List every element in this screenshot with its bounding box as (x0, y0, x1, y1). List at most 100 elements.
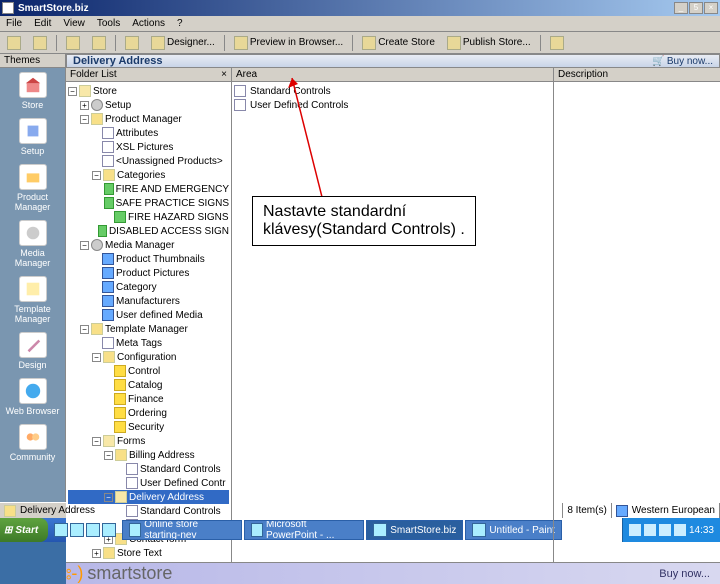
tool-back[interactable] (2, 34, 26, 52)
createstore-label: Create Store (378, 37, 435, 48)
minimize-button[interactable]: _ (674, 2, 688, 14)
task-icon (129, 523, 141, 537)
tray-icon-1[interactable] (629, 524, 641, 536)
tree-mediamgr[interactable]: −Media Manager (68, 238, 229, 252)
tree-catalog[interactable]: Catalog (68, 378, 229, 392)
tree-userdefctrls[interactable]: User Defined Contr (68, 476, 229, 490)
tree-prodpics[interactable]: Product Pictures (68, 266, 229, 280)
tree-cat3[interactable]: FIRE HAZARD SIGNS (68, 210, 229, 224)
tree-userdefmedia[interactable]: User defined Media (68, 308, 229, 322)
restore-button[interactable]: 5 (689, 2, 703, 14)
folder-list-header: Folder List× (66, 68, 231, 82)
theme-media-manager[interactable]: Media Manager (0, 216, 65, 272)
tree-cat2[interactable]: SAFE PRACTICE SIGNS (68, 196, 229, 210)
folder-list-close-icon[interactable]: × (221, 69, 227, 80)
status-items: 8 Item(s) (563, 503, 611, 518)
tree-billingaddr[interactable]: −Billing Address (68, 448, 229, 462)
task-onlinestore[interactable]: Online store starting-nev (122, 520, 242, 540)
tree-store[interactable]: −Store (68, 84, 229, 98)
publishstore-button[interactable]: Publish Store... (442, 34, 536, 52)
ql-icon-2[interactable] (70, 523, 84, 537)
createstore-button[interactable]: Create Store (357, 34, 440, 52)
tool-c[interactable] (120, 34, 144, 52)
theme-setup[interactable]: Setup (0, 114, 65, 160)
tree-xslpics[interactable]: XSL Pictures (68, 140, 229, 154)
theme-web-browser[interactable]: Web Browser (0, 374, 65, 420)
menu-tools[interactable]: Tools (95, 18, 122, 29)
tree-setup[interactable]: +Setup (68, 98, 229, 112)
tree-productmgr[interactable]: −Product Manager (68, 112, 229, 126)
store-icon (19, 72, 47, 98)
tree-prodthumbs[interactable]: Product Thumbnails (68, 252, 229, 266)
tree-ordering[interactable]: Ordering (68, 406, 229, 420)
clock[interactable]: 14:33 (689, 525, 714, 536)
ad-banner[interactable]: ⦂-) smartstore Buy now... (66, 562, 720, 584)
ql-icon-4[interactable] (102, 523, 116, 537)
tray-icon-2[interactable] (644, 524, 656, 536)
menu-file[interactable]: File (4, 18, 24, 29)
menubar: File Edit View Tools Actions ? (0, 16, 720, 32)
tray-icon-4[interactable] (674, 524, 686, 536)
menu-edit[interactable]: Edit (32, 18, 53, 29)
designer-button[interactable]: Designer... (146, 34, 220, 52)
tool-fwd[interactable] (28, 34, 52, 52)
system-tray: 14:33 (622, 518, 720, 542)
tree-tplmgr[interactable]: −Template Manager (68, 322, 229, 336)
tree-security[interactable]: Security (68, 420, 229, 434)
area-row-stdctrls[interactable]: Standard Controls (234, 84, 551, 98)
tree-deliveryaddr[interactable]: −Delivery Address (68, 490, 229, 504)
main-content: Themes Store Setup Product Manager Media… (0, 54, 720, 502)
area-row-label: User Defined Controls (250, 100, 348, 111)
theme-design[interactable]: Design (0, 328, 65, 374)
quick-launch (50, 523, 120, 537)
menu-help[interactable]: ? (175, 18, 185, 29)
design-icon (19, 332, 47, 358)
section-title: Delivery Address (73, 55, 162, 67)
theme-community[interactable]: Community (0, 420, 65, 466)
folder-tree[interactable]: −Store +Setup −Product Manager Attribute… (66, 82, 231, 562)
tree-manufacturers[interactable]: Manufacturers (68, 294, 229, 308)
tool-d[interactable] (545, 34, 569, 52)
theme-template-manager[interactable]: Template Manager (0, 272, 65, 328)
tree-finance[interactable]: Finance (68, 392, 229, 406)
close-button[interactable]: × (704, 2, 718, 14)
start-button[interactable]: ⊞Start (0, 518, 48, 542)
tree-storetext[interactable]: +Store Text (68, 546, 229, 560)
area-row-userdef[interactable]: User Defined Controls (234, 98, 551, 112)
theme-pm-label: Product Manager (2, 192, 63, 212)
menu-actions[interactable]: Actions (130, 18, 167, 29)
community-icon (19, 424, 47, 450)
preview-button[interactable]: Preview in Browser... (229, 34, 348, 52)
theme-store-label: Store (22, 100, 44, 110)
tree-categorymedia[interactable]: Category (68, 280, 229, 294)
folder-list-panel: Folder List× −Store +Setup −Product Mana… (66, 68, 232, 562)
web-browser-icon (19, 378, 47, 404)
ql-icon-1[interactable] (54, 523, 68, 537)
tree-forms[interactable]: −Forms (68, 434, 229, 448)
annotation-line2: klávesy(Standard Controls) . (263, 221, 465, 239)
buynow-label: Buy now... (667, 56, 713, 67)
tool-b[interactable] (87, 34, 111, 52)
themes-list: Store Setup Product Manager Media Manage… (0, 68, 65, 502)
tree-stdctrls[interactable]: Standard Controls (68, 462, 229, 476)
tray-icon-3[interactable] (659, 524, 671, 536)
tree-attributes[interactable]: Attributes (68, 126, 229, 140)
tree-metatags[interactable]: Meta Tags (68, 336, 229, 350)
tool-a-icon (66, 36, 80, 50)
tool-b-icon (92, 36, 106, 50)
buynow-link[interactable]: 🛒Buy now... (652, 56, 713, 67)
banner-buynow[interactable]: Buy now... (659, 568, 710, 580)
ql-icon-3[interactable] (86, 523, 100, 537)
tree-configuration[interactable]: −Configuration (68, 350, 229, 364)
menu-view[interactable]: View (61, 18, 87, 29)
tree-cat4[interactable]: DISABLED ACCESS SIGN (68, 224, 229, 238)
theme-product-manager[interactable]: Product Manager (0, 160, 65, 216)
media-manager-icon (19, 220, 47, 246)
tree-control[interactable]: Control (68, 364, 229, 378)
tree-unassigned[interactable]: <Unassigned Products> (68, 154, 229, 168)
tool-a[interactable] (61, 34, 85, 52)
theme-store[interactable]: Store (0, 68, 65, 114)
tree-cat1[interactable]: FIRE AND EMERGENCY (68, 182, 229, 196)
tree-categories[interactable]: −Categories (68, 168, 229, 182)
publishstore-label: Publish Store... (463, 37, 531, 48)
